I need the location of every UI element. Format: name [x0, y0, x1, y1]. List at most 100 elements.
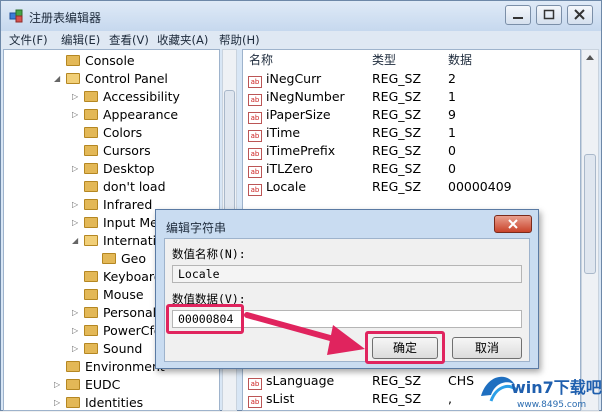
collapsed-arrow-icon[interactable]: ▷	[72, 196, 78, 214]
folder-icon	[66, 397, 80, 408]
site-watermark: win7下载吧 www.8495.com	[481, 376, 602, 410]
tree-item[interactable]: ▷ Identities	[54, 394, 143, 410]
collapsed-arrow-icon[interactable]: ▷	[72, 160, 78, 178]
string-value-icon: ab	[248, 166, 262, 178]
tree-item[interactable]: Geo	[102, 250, 146, 268]
tree-item-label: Keyboard	[103, 269, 162, 284]
value-row[interactable]: ab iTimePrefix REG_SZ 0	[243, 142, 580, 160]
title-bar[interactable]: 注册表编辑器	[1, 1, 601, 31]
value-row[interactable]: ab iTime REG_SZ 1	[243, 124, 580, 142]
column-header-data[interactable]: 数据	[448, 50, 472, 70]
value-name: sLanguage	[266, 373, 335, 388]
window-title: 注册表编辑器	[29, 11, 102, 25]
close-button[interactable]	[567, 5, 593, 25]
value-row[interactable]: ab iPaperSize REG_SZ 9	[243, 106, 580, 124]
string-value-icon: ab	[248, 396, 262, 408]
scroll-up-icon[interactable]	[582, 50, 598, 64]
collapsed-arrow-icon[interactable]: ▷	[72, 340, 78, 358]
value-name: iNegCurr	[266, 71, 322, 86]
tree-item[interactable]: Keyboard	[84, 268, 162, 286]
value-row[interactable]: ab iNegCurr REG_SZ 2	[243, 70, 580, 88]
collapsed-arrow-icon[interactable]: ▷	[72, 322, 78, 340]
tree-item-label: Cursors	[103, 143, 151, 158]
tree-item[interactable]: ▷ Personaliz	[72, 304, 166, 322]
value-name: Locale	[266, 179, 307, 194]
string-value-icon: ab	[248, 184, 262, 196]
tree-item[interactable]: Console	[66, 52, 135, 70]
folder-icon	[84, 343, 98, 354]
value-type: REG_SZ	[372, 143, 422, 158]
tree-item[interactable]: Cursors	[84, 142, 151, 160]
watermark-brand: win7下载吧	[511, 378, 602, 397]
collapsed-arrow-icon[interactable]: ▷	[54, 394, 60, 410]
value-row[interactable]: ab Locale REG_SZ 00000409	[243, 178, 580, 196]
collapsed-arrow-icon[interactable]: ▷	[72, 304, 78, 322]
collapsed-arrow-icon[interactable]: ▷	[72, 88, 78, 106]
registry-app-icon	[9, 9, 23, 23]
value-data: ,	[448, 391, 452, 406]
folder-icon	[84, 163, 98, 174]
tree-item[interactable]: ◢ Control Panel	[54, 70, 168, 88]
tree-item[interactable]: ▷ Input Met	[72, 214, 163, 232]
tree-item[interactable]: ▷ Accessibility	[72, 88, 180, 106]
tree-item-label: Sound	[103, 341, 143, 356]
tree-item[interactable]: ▷ Infrared	[72, 196, 153, 214]
dialog-title: 编辑字符串	[166, 221, 227, 235]
expanded-arrow-icon[interactable]: ◢	[54, 70, 60, 88]
collapsed-arrow-icon[interactable]: ▷	[72, 214, 78, 232]
value-type: REG_SZ	[372, 107, 422, 122]
menu-file[interactable]: 文件(F)	[9, 32, 48, 48]
value-name: iTLZero	[266, 161, 313, 176]
value-name: iNegNumber	[266, 89, 345, 104]
folder-icon	[66, 361, 80, 372]
collapsed-arrow-icon[interactable]: ▷	[54, 376, 60, 394]
menu-favorites[interactable]: 收藏夹(A)	[157, 32, 208, 48]
value-type: REG_SZ	[372, 179, 422, 194]
tree-item[interactable]: Colors	[84, 124, 142, 142]
tree-item[interactable]: don't load	[84, 178, 166, 196]
folder-icon	[84, 235, 98, 246]
tree-item[interactable]: Environment	[66, 358, 165, 376]
list-scroll-thumb[interactable]	[584, 154, 596, 274]
minimize-icon	[513, 17, 523, 19]
value-row[interactable]: ab iTLZero REG_SZ 0	[243, 160, 580, 178]
tree-item[interactable]: ▷ Appearance	[72, 106, 178, 124]
tree-item[interactable]: ◢ Internatio	[72, 232, 164, 250]
close-icon	[508, 219, 518, 229]
value-name-field: Locale	[172, 265, 522, 283]
expanded-arrow-icon[interactable]: ◢	[72, 232, 78, 250]
value-type: REG_SZ	[372, 391, 422, 406]
folder-icon	[84, 325, 98, 336]
folder-icon	[66, 73, 80, 84]
dialog-close-button[interactable]	[494, 215, 532, 233]
menu-help[interactable]: 帮助(H)	[219, 32, 260, 48]
collapsed-arrow-icon[interactable]: ▷	[72, 106, 78, 124]
value-row[interactable]: ab iNegNumber REG_SZ 1	[243, 88, 580, 106]
value-name: iTime	[266, 125, 301, 140]
tree-item-label: Accessibility	[103, 89, 180, 104]
tree-item-label: Infrared	[103, 197, 153, 212]
tree-item-label: Geo	[121, 251, 147, 266]
list-scrollbar[interactable]	[581, 49, 599, 411]
value-data: 1	[448, 89, 456, 104]
tree-item[interactable]: ▷ EUDC	[54, 376, 120, 394]
minimize-button[interactable]	[505, 5, 531, 25]
tree-item[interactable]: Mouse	[84, 286, 144, 304]
tree-item-label: Control Panel	[85, 71, 168, 86]
tree-item[interactable]: ▷ Desktop	[72, 160, 155, 178]
string-value-icon: ab	[248, 112, 262, 124]
column-header-name[interactable]: 名称	[249, 50, 273, 70]
tree-item[interactable]: ▷ PowerCfg	[72, 322, 162, 340]
column-header-type[interactable]: 类型	[372, 50, 396, 70]
folder-icon	[84, 109, 98, 120]
value-data: 00000409	[448, 179, 512, 194]
value-data: 0	[448, 143, 456, 158]
tree-item-label: Input Met	[103, 215, 163, 230]
maximize-button[interactable]	[536, 5, 562, 25]
tree-item-label: Colors	[103, 125, 143, 140]
cancel-button[interactable]: 取消	[452, 337, 522, 359]
value-type: REG_SZ	[372, 71, 422, 86]
menu-view[interactable]: 查看(V)	[109, 32, 149, 48]
menu-edit[interactable]: 编辑(E)	[61, 32, 100, 48]
tree-item[interactable]: ▷ Sound	[72, 340, 143, 358]
